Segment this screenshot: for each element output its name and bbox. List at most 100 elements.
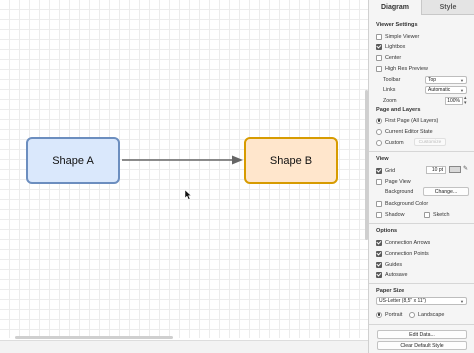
chevron-down-icon: ▼ [460,78,464,83]
section-divider [369,151,474,152]
pencil-icon[interactable]: ✎ [463,165,468,172]
bottom-status-strip [0,340,368,353]
section-divider [369,324,474,325]
background-color-label: Background Color [385,200,429,207]
horizontal-scrollbar-thumb[interactable] [15,336,173,339]
shadow-checkbox[interactable] [376,211,382,218]
simple-viewer-option[interactable]: Simple Viewer [376,32,419,41]
sketch-option[interactable]: Sketch [424,210,449,219]
high-res-preview-label: High Res Preview [385,65,428,72]
sketch-label: Sketch [433,211,450,218]
paper-size-select[interactable]: US-Letter (8,5" x 11") ▼ [376,297,467,305]
simple-viewer-label: Simple Viewer [385,33,420,40]
connection-points-checkbox[interactable] [376,250,382,257]
edit-data-button[interactable]: Edit Data... [377,330,467,339]
grid-size-value: 10 pt [431,167,443,173]
page-layers-title: Page and Layers [376,107,421,113]
lightbox-option[interactable]: Lightbox [376,42,405,51]
center-option[interactable]: Center [376,53,401,62]
diagram-canvas[interactable]: Shape A Shape B [0,0,368,338]
portrait-radio[interactable] [376,311,382,318]
clear-default-style-button[interactable]: Clear Default Style [377,341,467,350]
links-label: Links [383,87,396,93]
shadow-label: Shadow [385,211,405,218]
toolbar-label: Toolbar [383,77,401,83]
lightbox-checkbox[interactable] [376,43,382,50]
page-view-option[interactable]: Page View [376,177,411,186]
connection-points-label: Connection Points [385,250,429,257]
connection-arrows-option[interactable]: Connection Arrows [376,238,430,247]
first-page-option[interactable]: First Page (All Layers) [376,116,438,125]
toolbar-select[interactable]: Top ▼ [425,76,467,84]
page-view-label: Page View [385,178,411,185]
paper-size-value: US-Letter (8,5" x 11") [379,298,427,304]
viewer-settings-title: Viewer Settings [376,22,418,28]
first-page-label: First Page (All Layers) [385,117,439,124]
shape-b[interactable]: Shape B [244,137,338,184]
high-res-preview-checkbox[interactable] [376,65,382,72]
current-editor-state-radio[interactable] [376,128,382,135]
zoom-value: 100% [447,98,460,104]
grid-color-swatch[interactable] [449,166,461,173]
connection-arrows-checkbox[interactable] [376,239,382,246]
section-divider [369,283,474,284]
background-label: Background [385,189,414,195]
format-panel: Diagram Style Viewer Settings Simple Vie… [368,0,474,353]
center-checkbox[interactable] [376,54,382,61]
chevron-down-icon: ▼ [460,88,464,93]
paper-size-title: Paper Size [376,288,405,294]
connection-points-option[interactable]: Connection Points [376,249,429,258]
background-color-option[interactable]: Background Color [376,199,428,208]
toolbar-select-value: Top [428,77,437,83]
guides-label: Guides [385,261,403,268]
tab-diagram[interactable]: Diagram [369,0,421,15]
section-divider [369,223,474,224]
current-editor-state-option[interactable]: Current Editor State [376,127,433,136]
guides-checkbox[interactable] [376,261,382,268]
landscape-radio[interactable] [409,311,415,318]
portrait-label: Portrait [385,311,403,318]
autosave-checkbox[interactable] [376,271,382,278]
shape-b-label: Shape B [269,154,313,167]
shape-a-label: Shape A [52,154,94,167]
center-label: Center [385,54,402,61]
autosave-option[interactable]: Autosave [376,270,407,279]
custom-option[interactable]: Custom [376,138,404,147]
grid-label: Grid [385,167,396,174]
autosave-label: Autosave [385,271,408,278]
shadow-option[interactable]: Shadow [376,210,404,219]
zoom-label: Zoom [383,98,397,104]
sketch-checkbox[interactable] [424,211,430,218]
panel-tabs: Diagram Style [369,0,474,15]
view-title: View [376,156,389,162]
simple-viewer-checkbox[interactable] [376,33,382,40]
options-title: Options [376,228,398,234]
first-page-radio[interactable] [376,117,382,124]
connector-arrow[interactable] [120,152,246,168]
portrait-option[interactable]: Portrait [376,310,402,319]
change-background-button[interactable]: Change... [423,187,469,196]
mouse-cursor-icon [185,190,191,200]
landscape-label: Landscape [418,311,445,318]
links-select-value: Automatic [428,87,451,93]
grid-option[interactable]: Grid [376,166,395,175]
links-select[interactable]: Automatic ▼ [425,86,467,94]
custom-label: Custom [385,139,404,146]
shape-a[interactable]: Shape A [26,137,120,184]
custom-radio[interactable] [376,139,382,146]
background-color-checkbox[interactable] [376,200,382,207]
high-res-preview-option[interactable]: High Res Preview [376,64,428,73]
chevron-down-icon: ▼ [460,299,464,304]
landscape-option[interactable]: Landscape [409,310,444,319]
lightbox-label: Lightbox [385,43,406,50]
customize-button[interactable]: Customize [414,138,446,146]
guides-option[interactable]: Guides [376,260,402,269]
grid-checkbox[interactable] [376,167,382,174]
page-view-checkbox[interactable] [376,178,382,185]
current-editor-state-label: Current Editor State [385,128,433,135]
zoom-stepper-icon[interactable]: ▴ ▾ [464,96,467,106]
connection-arrows-label: Connection Arrows [385,239,431,246]
grid-size-input[interactable]: 10 pt [426,166,446,174]
tab-style[interactable]: Style [421,0,474,15]
zoom-input[interactable]: 100% [445,97,463,105]
